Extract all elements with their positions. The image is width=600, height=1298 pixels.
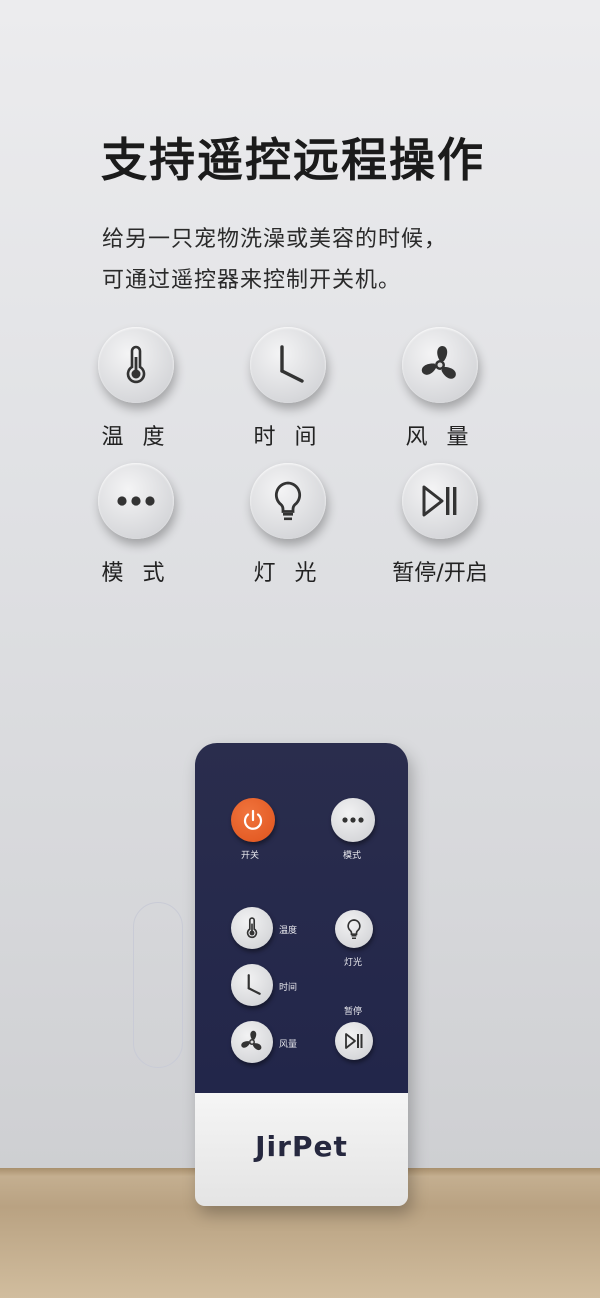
dots-icon — [98, 463, 174, 539]
bulb-icon — [347, 919, 361, 939]
bulb-icon — [250, 463, 326, 539]
clock-icon — [247, 974, 261, 995]
fan-button[interactable] — [231, 1021, 273, 1063]
headline: 支持遥控远程操作 — [101, 133, 485, 187]
remote-panel — [195, 743, 408, 1093]
power-label: 开关 — [241, 851, 260, 861]
subtitle-line-2: 可通过遥控器来控制开关机。 — [102, 268, 402, 293]
feature-label-temperature: 温 度 — [101, 425, 171, 450]
time-label: 时间 — [279, 983, 298, 993]
brand-logo: JirPet — [255, 1130, 348, 1163]
feature-label-pause-start: 暂停/开启 — [392, 561, 488, 586]
feature-label-mode: 模 式 — [101, 561, 171, 586]
dots-icon — [342, 817, 364, 823]
power-button[interactable] — [231, 798, 275, 842]
feature-label-fan: 风 量 — [405, 425, 475, 450]
mode-label: 模式 — [343, 851, 362, 861]
feature-fan: 风 量 — [360, 327, 520, 451]
clock-icon — [250, 327, 326, 403]
pause-label: 暂停 — [344, 1007, 363, 1017]
feature-temperature: 温 度 — [56, 327, 216, 451]
feature-time: 时 间 — [208, 327, 368, 451]
light-pause-group — [133, 902, 183, 1068]
feature-light: 灯 光 — [208, 463, 368, 587]
subtitle-line-1: 给另一只宠物洗澡或美容的时候， — [102, 227, 448, 252]
feature-label-light: 灯 光 — [253, 561, 323, 586]
fan-icon — [241, 1030, 262, 1051]
temperature-button[interactable] — [231, 907, 273, 949]
feature-mode: 模 式 — [56, 463, 216, 587]
light-button[interactable] — [335, 910, 373, 948]
play-pause-icon — [345, 1033, 363, 1049]
feature-pause-start: 暂停/开启 — [360, 463, 520, 587]
mode-button[interactable] — [331, 798, 375, 842]
time-button[interactable] — [231, 964, 273, 1006]
fan-label: 风量 — [279, 1040, 298, 1050]
fan-icon — [402, 327, 478, 403]
thermometer-icon — [98, 327, 174, 403]
temperature-label: 温度 — [279, 926, 298, 936]
pause-start-button[interactable] — [335, 1022, 373, 1060]
thermometer-icon — [246, 917, 258, 939]
light-label: 灯光 — [344, 958, 363, 968]
power-icon — [243, 809, 263, 830]
feature-label-time: 时 间 — [253, 425, 323, 450]
play-pause-icon — [402, 463, 478, 539]
